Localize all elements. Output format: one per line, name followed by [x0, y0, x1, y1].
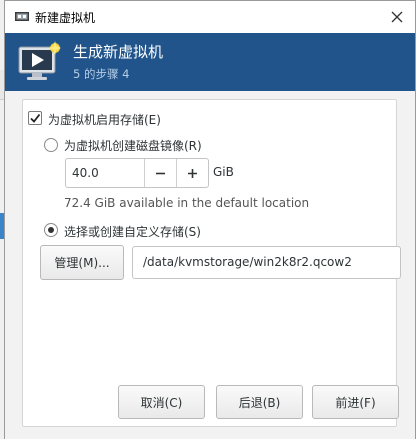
- custom-storage-radio[interactable]: [44, 223, 58, 237]
- forward-button[interactable]: 前进(F): [312, 385, 399, 419]
- enable-storage-label[interactable]: 为虚拟机启用存储(E): [48, 111, 161, 128]
- minus-icon: [156, 172, 165, 174]
- check-icon: [30, 113, 41, 123]
- step-indicator: 5 的步骤 4: [73, 67, 130, 81]
- available-space-text: 72.4 GiB available in the default locati…: [64, 196, 310, 210]
- title-bar[interactable]: 新建虚拟机: [5, 1, 415, 33]
- cancel-button[interactable]: 取消(C): [118, 385, 205, 419]
- size-unit-label: GiB: [213, 165, 234, 179]
- disk-size-input[interactable]: 40.0: [66, 159, 144, 187]
- plus-icon: [188, 168, 197, 178]
- custom-storage-label[interactable]: 选择或创建自定义存储(S): [64, 223, 201, 240]
- banner-heading: 生成新虚拟机: [73, 43, 164, 61]
- virt-manager-icon: [15, 12, 29, 21]
- create-disk-radio[interactable]: [44, 138, 58, 152]
- wizard-banner: 生成新虚拟机 5 的步骤 4: [5, 33, 415, 91]
- close-button[interactable]: [383, 3, 411, 31]
- disk-size-spinbutton[interactable]: 40.0: [65, 158, 209, 188]
- manage-button[interactable]: 管理(M)...: [40, 245, 124, 280]
- enable-storage-checkbox[interactable]: [28, 111, 42, 125]
- storage-path-input[interactable]: /data/kvmstorage/win2k8r2.qcow2: [132, 246, 401, 279]
- decrease-button[interactable]: [144, 159, 176, 187]
- close-icon: [391, 11, 403, 23]
- back-button[interactable]: 后退(B): [216, 385, 303, 419]
- increase-button[interactable]: [176, 159, 208, 187]
- monitor-new-vm-icon: [18, 41, 61, 80]
- create-disk-label[interactable]: 为虚拟机创建磁盘镜像(R): [64, 137, 202, 154]
- new-vm-dialog: 新建虚拟机 生成新虚拟机 5 的步骤 4 为虚拟机启用存储(E) 为虚拟机创建磁…: [4, 0, 416, 439]
- window-title: 新建虚拟机: [35, 11, 96, 25]
